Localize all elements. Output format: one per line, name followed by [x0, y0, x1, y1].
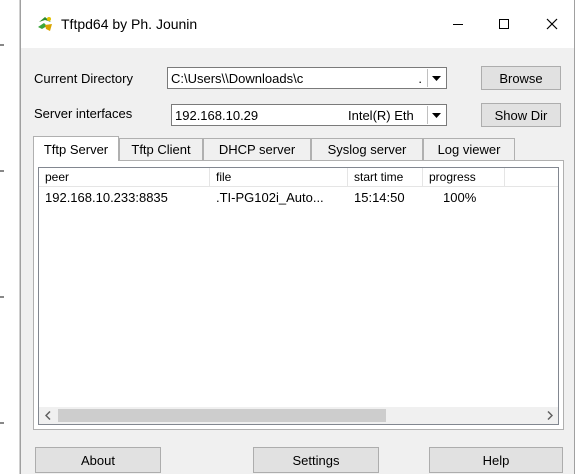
- server-interfaces-combobox[interactable]: 192.168.10.29 Intel(R) Eth: [171, 104, 447, 126]
- edge-tick: [0, 296, 4, 298]
- transfer-list[interactable]: peer file start time progress 192.168.10…: [38, 167, 559, 425]
- tab-dhcp-server[interactable]: DHCP server: [203, 138, 311, 160]
- maximize-icon: [499, 19, 509, 29]
- column-header-peer[interactable]: peer: [39, 168, 210, 186]
- settings-button-label: Settings: [292, 452, 340, 468]
- current-directory-dropdown[interactable]: [427, 69, 445, 87]
- column-header-label: progress: [429, 170, 476, 184]
- row-start-time: 15:14:50: [354, 189, 405, 205]
- close-button[interactable]: [529, 0, 575, 48]
- current-directory-suffix: .: [418, 70, 422, 86]
- edge-tick: [0, 422, 4, 424]
- row-peer: 192.168.10.233:8835: [45, 189, 168, 205]
- tab-tftp-server[interactable]: Tftp Server: [33, 136, 119, 161]
- settings-button[interactable]: Settings: [253, 447, 379, 473]
- column-header-label: peer: [45, 170, 70, 184]
- tab-log-viewer[interactable]: Log viewer: [423, 138, 515, 160]
- edge-tick: [0, 170, 4, 172]
- window-title: Tftpd64 by Ph. Jounin: [61, 16, 198, 32]
- column-header-label: file: [216, 170, 232, 184]
- minimize-icon: [453, 24, 463, 25]
- desktop-edge: [0, 0, 20, 474]
- transfer-list-header: peer file start time progress: [39, 168, 558, 187]
- title-bar[interactable]: Tftpd64 by Ph. Jounin: [21, 0, 574, 48]
- server-interface-adapter: Intel(R) Eth: [348, 107, 414, 123]
- help-button[interactable]: Help: [429, 447, 563, 473]
- row-file: .TI-PG102i_Auto...: [216, 189, 324, 205]
- current-directory-label: Current Directory: [34, 71, 133, 86]
- tab-label: DHCP server: [218, 142, 296, 157]
- row-progress: 100%: [443, 189, 477, 205]
- chevron-right-icon: [546, 411, 553, 420]
- tftp-server-panel: peer file start time progress 192.168.10…: [33, 160, 564, 430]
- tab-syslog-server[interactable]: Syslog server: [311, 138, 423, 160]
- chevron-left-icon: [44, 411, 51, 420]
- maximize-button[interactable]: [481, 0, 527, 48]
- column-header-file[interactable]: file: [210, 168, 348, 186]
- tftpd-window: Tftpd64 by Ph. Jounin Current Directory …: [20, 0, 575, 474]
- tab-tftp-client[interactable]: Tftp Client: [119, 138, 203, 160]
- scroll-left-button[interactable]: [39, 407, 56, 424]
- scroll-right-button[interactable]: [541, 407, 558, 424]
- close-icon: [546, 18, 558, 30]
- scrollbar-thumb[interactable]: [58, 409, 386, 422]
- about-button-label: About: [81, 452, 115, 468]
- tab-label: Tftp Server: [43, 141, 109, 157]
- current-directory-value: C:\Users\\Downloads\c: [171, 70, 304, 86]
- tab-label: Tftp Client: [131, 142, 191, 157]
- help-button-label: Help: [482, 452, 510, 468]
- chevron-down-icon: [432, 112, 441, 118]
- column-header-progress[interactable]: progress: [423, 168, 505, 186]
- about-button[interactable]: About: [35, 447, 161, 473]
- minimize-button[interactable]: [435, 0, 481, 48]
- current-directory-combobox[interactable]: C:\Users\\Downloads\c .: [167, 67, 447, 89]
- tab-label: Log viewer: [437, 142, 501, 157]
- show-dir-button[interactable]: Show Dir: [481, 103, 561, 127]
- tftpd-app-icon: [38, 17, 52, 31]
- edge-tick: [0, 44, 4, 46]
- chevron-down-icon: [432, 75, 441, 81]
- table-row[interactable]: 192.168.10.233:8835 .TI-PG102i_Auto... 1…: [39, 188, 558, 206]
- horizontal-scrollbar[interactable]: [39, 407, 558, 424]
- column-header-start-time[interactable]: start time: [348, 168, 423, 186]
- browse-button-label: Browse: [499, 70, 543, 86]
- column-header-label: start time: [354, 170, 404, 184]
- browse-button[interactable]: Browse: [481, 66, 561, 90]
- server-interfaces-label: Server interfaces: [34, 106, 133, 121]
- show-dir-button-label: Show Dir: [494, 107, 548, 123]
- footer-bar: About Settings Help: [21, 441, 574, 474]
- server-interfaces-dropdown[interactable]: [427, 106, 445, 124]
- tab-label: Syslog server: [327, 142, 407, 157]
- server-interface-ip: 192.168.10.29: [175, 107, 259, 123]
